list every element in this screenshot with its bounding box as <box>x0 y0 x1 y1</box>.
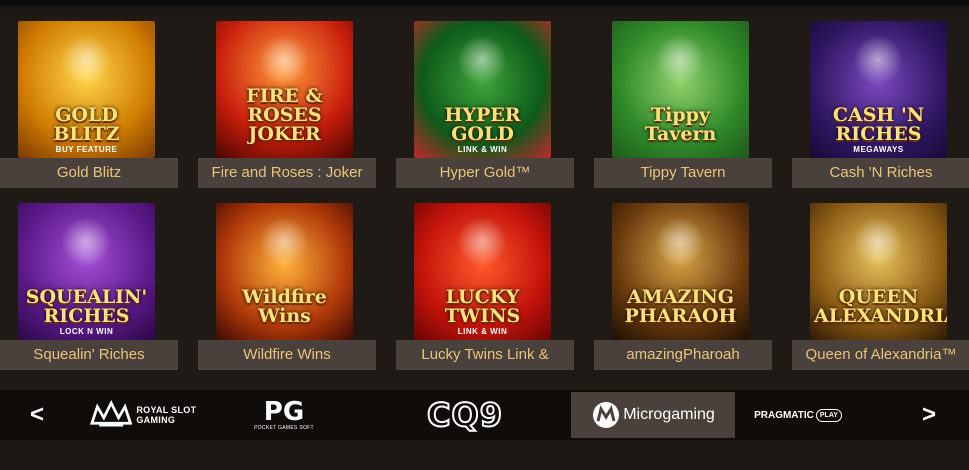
game-card[interactable]: HYPER GOLD LINK & WIN Hyper Gold™ <box>396 21 578 191</box>
game-logo: SQUEALIN' RICHES <box>25 286 148 327</box>
prev-arrow-button[interactable]: < <box>30 390 44 440</box>
provider-pragmatic-play[interactable]: PRAGMATIC PLAY <box>748 392 848 438</box>
game-title[interactable]: Wildfire Wins <box>198 340 376 370</box>
game-title[interactable]: amazingPharoah <box>594 340 772 370</box>
game-card[interactable]: AMAZING PHARAOH amazingPharoah <box>594 203 776 373</box>
provider-microgaming[interactable]: Microgaming <box>571 392 735 438</box>
game-thumbnail[interactable]: AMAZING PHARAOH <box>612 203 749 340</box>
game-card[interactable]: GOLD BLITZ BUY FEATURE Gold Blitz <box>0 21 182 191</box>
game-title[interactable]: Tippy Tavern <box>594 158 772 188</box>
pig-icon <box>61 217 111 267</box>
game-title[interactable]: Hyper Gold™ <box>396 158 574 188</box>
microgaming-label: Microgaming <box>623 406 715 423</box>
dollar-signs-icon <box>457 35 507 85</box>
game-logo-sub: MEGAWAYS <box>853 145 904 154</box>
cq9-logo: CQ9 <box>426 395 503 435</box>
game-title[interactable]: Lucky Twins Link & <box>396 340 574 370</box>
game-thumbnail[interactable]: FIRE & ROSES JOKER <box>216 21 353 158</box>
money-icon <box>853 35 903 85</box>
leprechaun-icon <box>655 35 705 85</box>
game-logo: Tippy Tavern <box>644 104 717 145</box>
game-logo: CASH 'N RICHES <box>832 104 925 145</box>
game-thumbnail[interactable]: Tippy Tavern <box>612 21 749 158</box>
game-card[interactable]: SQUEALIN' RICHES LOCK N WIN Squealin' Rich… <box>0 203 182 373</box>
provider-cq9[interactable]: CQ9 <box>415 392 515 438</box>
royal-label: ROYAL SLOT GAMING <box>136 405 197 425</box>
game-thumbnail[interactable]: CASH 'N RICHES MEGAWAYS <box>810 21 947 158</box>
game-logo-sub: LINK & WIN <box>457 327 508 336</box>
game-title[interactable]: Fire and Roses : Joker <box>198 158 376 188</box>
bottom-bar <box>0 440 969 470</box>
pragmatic-label: PRAGMATIC <box>754 409 814 421</box>
game-title[interactable]: Squealin' Riches <box>0 340 178 370</box>
game-logo-sub: LOCK N WIN <box>59 327 114 336</box>
pg-logo: PG <box>263 397 305 427</box>
game-thumbnail[interactable]: GOLD BLITZ BUY FEATURE <box>18 21 155 158</box>
game-thumbnail[interactable]: LUCKY TWINS LINK & WIN <box>414 203 551 340</box>
game-title[interactable]: Queen of Alexandria™ <box>792 340 969 370</box>
game-card[interactable]: QUEEN ALEXANDRIA Queen of Alexandria™ <box>792 203 969 373</box>
provider-pg[interactable]: PG POCKET GAMES SOFT <box>252 392 316 438</box>
game-logo: FIRE & ROSES JOKER <box>246 85 323 145</box>
game-logo: AMAZING PHARAOH <box>624 286 737 327</box>
game-thumbnail[interactable]: QUEEN ALEXANDRIA <box>810 203 947 340</box>
pharaoh-icon <box>655 217 705 267</box>
game-logo: QUEEN ALEXANDRIA <box>814 286 947 327</box>
game-card[interactable]: LUCKY TWINS LINK & WIN Lucky Twins Link & <box>396 203 578 373</box>
lightning-bolt-icon <box>61 35 111 85</box>
wheel-icon <box>259 217 309 267</box>
provider-royal-slot-gaming[interactable]: ROYAL SLOT GAMING <box>90 392 230 438</box>
pg-sub: POCKET GAMES SOFT <box>254 425 314 431</box>
game-thumbnail[interactable]: SQUEALIN' RICHES LOCK N WIN <box>18 203 155 340</box>
royal-crown-icon <box>90 400 133 427</box>
game-card[interactable]: CASH 'N RICHES MEGAWAYS Cash 'N Riches <box>792 21 969 191</box>
jester-icon <box>259 35 309 85</box>
game-logo: Wildfire Wins <box>242 286 327 327</box>
provider-bar: < ROYAL SLOT GAMING PG POCKET GAMES SOFT… <box>0 390 969 440</box>
pragmatic-play-badge: PLAY <box>815 408 842 422</box>
microgaming-icon <box>593 402 620 428</box>
game-grid: GOLD BLITZ BUY FEATURE Gold Blitz FIRE & RO… <box>0 16 969 390</box>
game-logo-sub: BUY FEATURE <box>55 145 118 154</box>
game-card[interactable]: Wildfire Wins Wildfire Wins <box>198 203 380 373</box>
game-card[interactable]: FIRE & ROSES JOKER Fire and Roses : Joker <box>198 21 380 191</box>
game-thumbnail[interactable]: HYPER GOLD LINK & WIN <box>414 21 551 158</box>
next-arrow-button[interactable]: > <box>922 390 936 440</box>
twins-icon <box>457 217 507 267</box>
game-logo: LUCKY TWINS <box>444 286 521 327</box>
game-title[interactable]: Gold Blitz <box>0 158 178 188</box>
top-bar <box>0 0 969 6</box>
game-logo: GOLD BLITZ <box>53 104 120 145</box>
game-logo: HYPER GOLD <box>444 104 521 145</box>
game-title[interactable]: Cash 'N Riches <box>792 158 969 188</box>
queen-icon <box>853 217 903 267</box>
game-thumbnail[interactable]: Wildfire Wins <box>216 203 353 340</box>
game-card[interactable]: Tippy Tavern Tippy Tavern <box>594 21 776 191</box>
game-logo-sub: LINK & WIN <box>457 145 508 154</box>
